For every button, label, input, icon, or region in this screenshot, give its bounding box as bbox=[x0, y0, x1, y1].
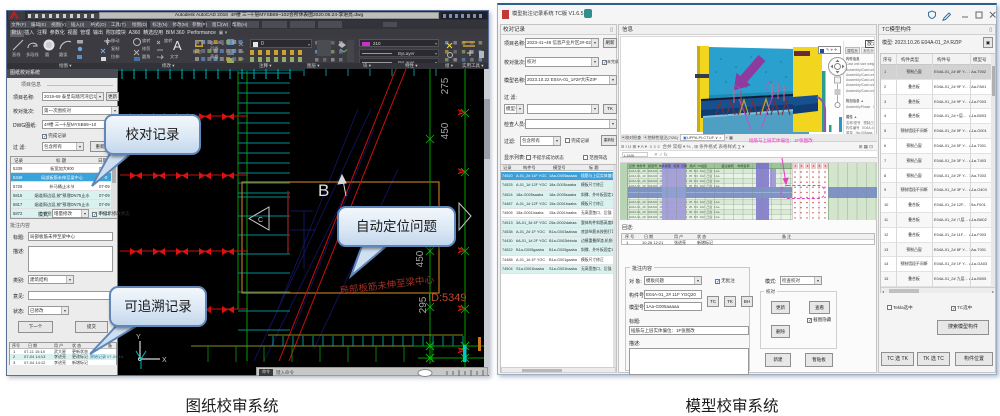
svg-text:X: X bbox=[162, 357, 167, 364]
svg-text:A: A bbox=[456, 247, 466, 254]
svg-text:ID:5349: ID:5349 bbox=[428, 292, 467, 304]
svg-text:B: B bbox=[318, 181, 329, 200]
svg-text:275: 275 bbox=[440, 77, 451, 94]
svg-text:A: A bbox=[456, 305, 466, 312]
svg-text:A: A bbox=[456, 109, 466, 116]
svg-text:450: 450 bbox=[440, 122, 451, 139]
svg-text:450: 450 bbox=[415, 250, 426, 267]
svg-text:A: A bbox=[456, 168, 466, 175]
svg-text:C: C bbox=[258, 217, 263, 224]
svg-text:Y: Y bbox=[136, 334, 141, 341]
